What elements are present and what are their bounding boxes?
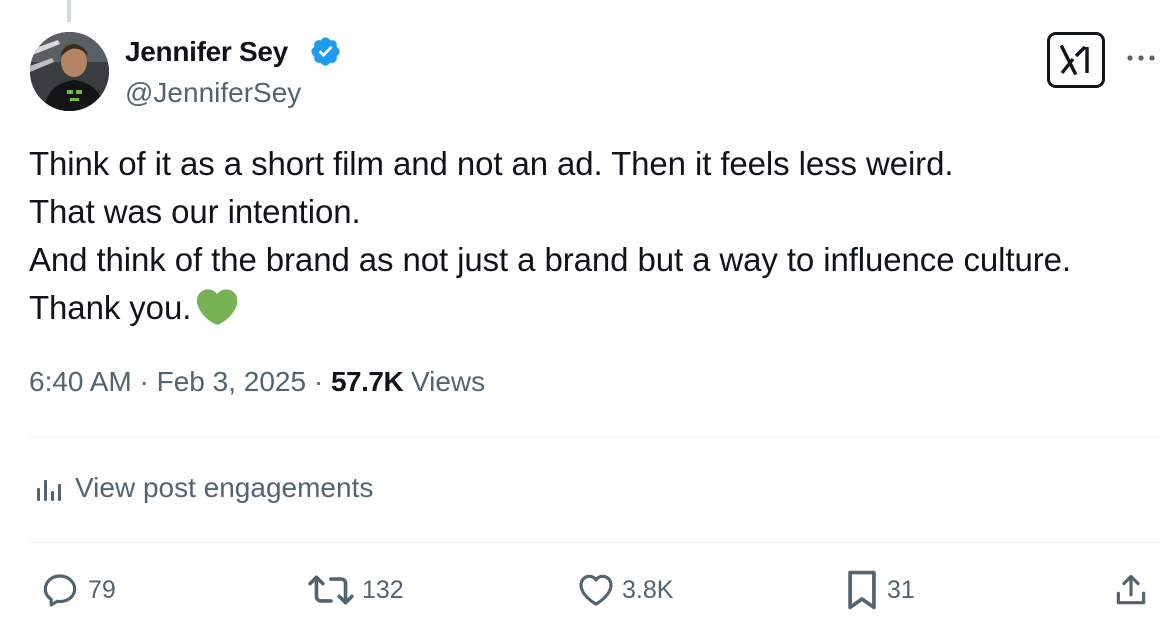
reply-icon: [43, 574, 77, 607]
verified-badge-icon[interactable]: [309, 35, 342, 68]
like-icon: [579, 574, 613, 606]
analytics-icon: [37, 480, 61, 501]
repost-icon: [308, 575, 354, 605]
views-label: Views: [410, 366, 486, 397]
post-date[interactable]: Feb 3, 2025: [157, 366, 306, 397]
reply-button[interactable]: 79: [38, 570, 116, 610]
bookmark-icon: [848, 570, 876, 610]
post-text-line-last: Thank you.: [29, 284, 1164, 332]
repost-button[interactable]: 132: [306, 570, 404, 610]
meta-separator: ·: [139, 366, 149, 397]
view-engagements-link[interactable]: View post engagements: [33, 472, 373, 504]
post-text-line: And think of the brand as not just a bra…: [29, 241, 1071, 278]
post-text-line: That was our intention.: [29, 193, 361, 230]
avatar-image: [30, 32, 109, 111]
green-heart-icon: [197, 289, 238, 325]
repost-count: 132: [362, 575, 404, 604]
engagements-label: View post engagements: [75, 472, 374, 503]
bookmark-button[interactable]: 31: [843, 570, 915, 610]
more-icon[interactable]: [1123, 43, 1159, 73]
avatar[interactable]: [30, 32, 109, 111]
divider: [29, 436, 1162, 437]
bookmark-count: 31: [887, 575, 915, 604]
post-meta: 6:40 AM · Feb 3, 2025 · 57.7K Views: [29, 366, 485, 398]
thread-connector-line: [67, 0, 71, 22]
meta-separator: ·: [313, 366, 324, 397]
post-text-line: Thank you.: [29, 289, 192, 326]
post-time[interactable]: 6:40 AM: [29, 366, 132, 397]
post-text-line: Think of it as a short film and not an a…: [29, 145, 954, 182]
author-handle[interactable]: @JenniferSey: [125, 77, 301, 109]
share-button[interactable]: [1112, 570, 1150, 610]
post-text: Think of it as a short film and not an a…: [29, 140, 1164, 332]
like-button[interactable]: 3.8K: [576, 570, 673, 610]
divider: [29, 542, 1162, 543]
author-name[interactable]: Jennifer Sey: [125, 36, 288, 68]
reply-count: 79: [88, 575, 116, 604]
grok-button[interactable]: [1047, 32, 1105, 88]
views-count: 57.7K: [330, 366, 404, 397]
like-count: 3.8K: [622, 575, 674, 604]
grok-icon: [1059, 45, 1089, 75]
share-icon: [1116, 574, 1146, 605]
